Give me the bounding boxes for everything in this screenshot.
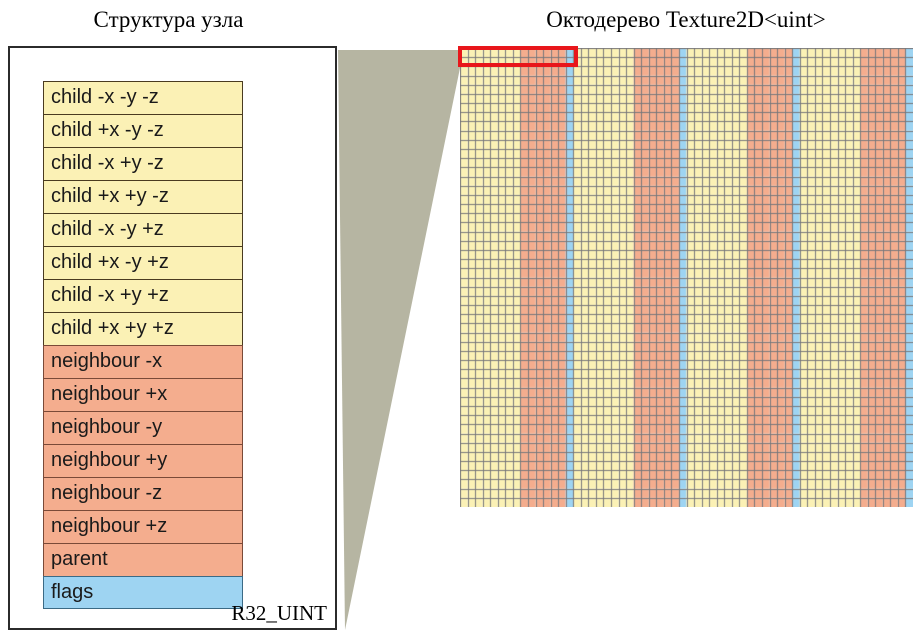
node-field-row: child +x -y +z [43, 246, 243, 279]
node-field-row: child +x +y +z [43, 312, 243, 345]
node-field-row: neighbour -z [43, 477, 243, 510]
texture-grid-canvas [460, 48, 913, 507]
node-field-row: child -x +y +z [43, 279, 243, 312]
node-field-row: child +x -y -z [43, 114, 243, 147]
page-title-node-structure: Структура узла [93, 7, 244, 32]
node-structure-panel: child -x -y -z child +x -y -z child -x +y … [8, 46, 337, 630]
node-field-row: child +x +y -z [43, 180, 243, 213]
node-field-row: flags [43, 576, 243, 609]
node-highlight-rectangle [458, 46, 578, 67]
connector-shape [338, 50, 460, 630]
node-field-row: neighbour -y [43, 411, 243, 444]
node-field-row: neighbour +x [43, 378, 243, 411]
node-field-row: neighbour -x [43, 345, 243, 378]
connector-polygon [338, 50, 460, 630]
octree-texture-grid [460, 48, 913, 507]
texture-format-label: R32_UINT [231, 601, 327, 625]
node-field-row: neighbour +z [43, 510, 243, 543]
node-field-row: child -x +y -z [43, 147, 243, 180]
node-field-row: child -x -y +z [43, 213, 243, 246]
node-field-list: child -x -y -z child +x -y -z child -x +y … [43, 81, 243, 609]
node-field-row: parent [43, 543, 243, 576]
page-title-octree-texture: Октодерево Texture2D<uint> [546, 7, 826, 32]
node-field-row: neighbour +y [43, 444, 243, 477]
node-field-row: child -x -y -z [43, 81, 243, 114]
